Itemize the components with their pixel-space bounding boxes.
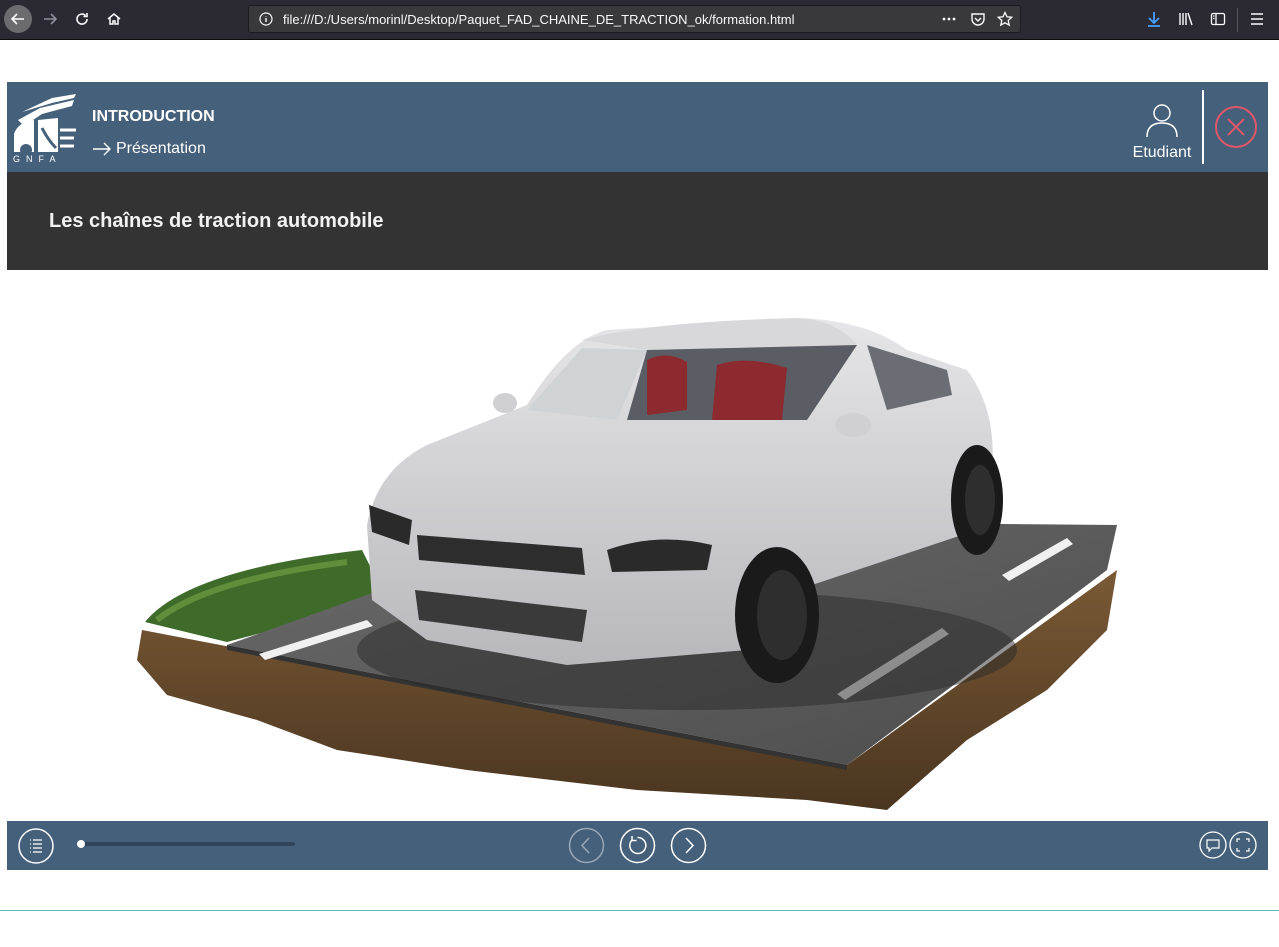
fullscreen-icon[interactable] [1229,831,1257,859]
section-title: Présentation [116,140,206,157]
pocket-icon[interactable] [970,11,986,27]
page-title: Les chaînes de traction automobile [49,210,384,232]
course-header: GNFA INTRODUCTION Présentation Etudiant [7,82,1268,172]
library-icon[interactable] [1178,11,1194,27]
reload-icon [76,13,88,25]
user-profile-button[interactable]: Etudiant [1127,102,1197,166]
progress-bar[interactable] [77,840,295,848]
address-bar[interactable]: file:///D:/Users/morinl/Desktop/Paquet_F… [248,5,1021,33]
star-icon[interactable] [997,11,1013,27]
menu-icon[interactable] [1249,11,1265,27]
close-icon[interactable] [1214,105,1258,149]
back-icon [10,13,24,25]
slide-content [7,270,1268,821]
more-icon[interactable] [941,11,957,27]
home-icon [107,13,121,25]
home-button[interactable] [100,5,128,33]
reload-button[interactable] [68,5,96,33]
url-text[interactable]: file:///D:/Users/morinl/Desktop/Paquet_F… [283,12,795,27]
replay-button[interactable] [619,827,656,864]
chapter-title: INTRODUCTION [92,108,215,125]
toolbar-separator [1237,8,1238,32]
arrow-right-icon [93,142,111,156]
info-icon[interactable] [259,12,273,26]
forward-icon [44,13,58,25]
next-button[interactable] [670,827,707,864]
player-controls [7,821,1268,870]
previous-button[interactable] [568,827,605,864]
car-on-road-illustration [137,318,1117,810]
sidebar-icon[interactable] [1210,11,1226,27]
section-breadcrumb: Présentation [92,140,206,158]
forward-button[interactable] [36,5,64,33]
comment-icon[interactable] [1199,831,1227,859]
page-title-bar: Les chaînes de traction automobile [7,172,1268,270]
table-of-contents-button[interactable] [18,828,54,864]
progress-handle[interactable] [77,840,86,848]
user-icon [1146,104,1178,138]
user-label: Etudiant [1132,144,1192,161]
header-divider [1202,90,1204,164]
download-icon[interactable] [1146,11,1162,27]
page-bottom-line [0,910,1279,911]
logo-text: GNFA [13,154,62,164]
browser-toolbar: file:///D:/Users/morinl/Desktop/Paquet_F… [0,0,1279,40]
back-button[interactable] [4,5,32,33]
